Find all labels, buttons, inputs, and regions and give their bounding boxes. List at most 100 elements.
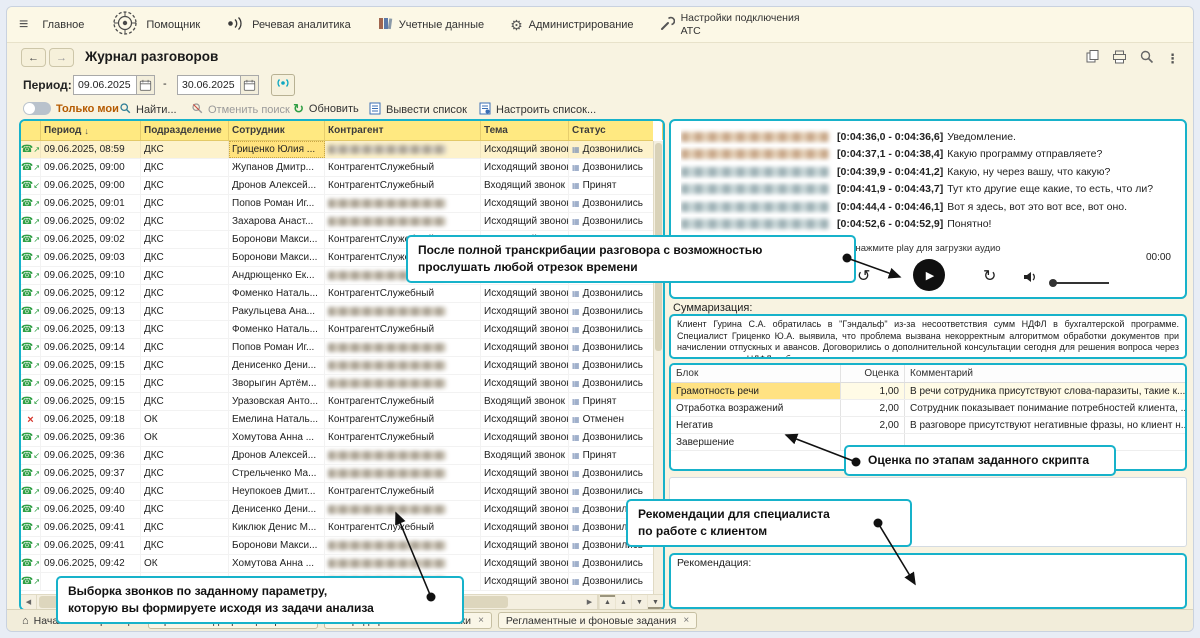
status-icon: ▦ [572,469,580,478]
scroll-left-button[interactable]: ◀ [21,595,37,609]
transcript-line[interactable]: [0:04:39,9 - 0:04:41,2] Какую, ну через в… [681,163,1177,181]
call-row[interactable]: ☎ ↗ 09.06.2025, 09:15 ДКС Зворыгин Артём... И… [21,375,653,393]
export-list-button[interactable]: Вывести список [369,102,467,118]
call-row[interactable]: ☎ ↗ 09.06.2025, 08:59 ДКС Гриценко Юлия ... И… [21,141,653,159]
period-from-input[interactable]: 09.06.2025 [73,75,155,95]
call-contractor-cell: КонтрагентСлужебный [325,321,481,338]
refresh-button[interactable]: ↻ Обновить [293,102,359,115]
call-row[interactable]: ☎ ↗ 09.06.2025, 09:40 ДКС Денисенко Дени... И… [21,501,653,519]
only-mine-toggle[interactable]: Только мои [23,102,119,115]
call-row[interactable]: ☎ ↗ 09.06.2025, 09:40 ДКС Неупокоев Дмит... К… [21,483,653,501]
period-to-value[interactable]: 30.06.2025 [177,75,241,95]
export-list-label: Вывести список [386,104,467,116]
scroll-right-button[interactable]: ▶ [582,595,598,609]
transcript-line[interactable]: [0:04:37,1 - 0:04:38,4] Какую программу о… [681,146,1177,164]
copy-icon[interactable] [1085,49,1100,69]
call-theme-cell: Исходящий звонок [481,411,569,428]
column-header-contractor[interactable]: Контрагент [325,121,481,140]
menu-item-ats-settings[interactable]: Настройки подключения АТС [660,12,813,37]
fast-forward-icon[interactable]: ↻ [983,266,996,286]
call-row[interactable]: ☎ ↗ 09.06.2025, 09:12 ДКС Фоменко Наталь... К… [21,285,653,303]
column-header-theme[interactable]: Тема [481,121,569,140]
call-period-cell: 09.06.2025, 09:36 [41,447,141,464]
call-employee-cell: Фоменко Наталь... [229,321,325,338]
transcript-line[interactable]: [0:04:36,0 - 0:04:36,6] Уведомление. [681,128,1177,146]
column-label: Сотрудник [232,125,285,136]
row-down-button[interactable]: ▼ [631,595,647,609]
summary-label: Суммаризация: [673,302,753,314]
call-row[interactable]: ☎ ↗ 09.06.2025, 09:37 ДКС Стрельченко Ма... И… [21,465,653,483]
column-header-status[interactable]: Статус [569,121,663,140]
toggle-switch[interactable] [23,102,51,115]
transcript-line[interactable]: [0:04:52,6 - 0:04:52,9] Понятно! [681,216,1177,234]
connection-button[interactable] [271,74,295,96]
call-row[interactable]: ☎ ↗ 09.06.2025, 09:15 ДКС Денисенко Дени... И… [21,357,653,375]
score-row[interactable]: Отработка возражений 2,00 Сотрудник показы… [671,400,1185,417]
call-row[interactable]: ☎ ↗ 09.06.2025, 09:41 ДКС Боронови Макси... И… [21,537,653,555]
volume-slider-knob[interactable] [1049,279,1057,287]
column-header-division[interactable]: Подразделение [141,121,229,140]
column-header-score[interactable]: Оценка [841,365,905,382]
call-row[interactable]: ☎ ↗ 09.06.2025, 09:42 ОК Хомутова Анна ... Ис… [21,555,653,573]
play-button[interactable]: ▶ [913,259,945,291]
forward-button[interactable]: → [49,48,74,67]
call-row[interactable]: ☎ ↙ 09.06.2025, 09:36 ДКС Дронов Алексей... В… [21,447,653,465]
outgoing-arrow-icon: ↗ [33,217,41,226]
menu-item-credentials[interactable]: Учетные данные [377,15,484,34]
call-row[interactable]: ☎ ↙ 09.06.2025, 09:00 ДКС Дронов Алексей... К… [21,177,653,195]
tab-close-icon[interactable]: × [478,615,484,626]
row-up-button[interactable]: ▲ [615,595,631,609]
call-row[interactable]: ☎ ↗ 09.06.2025, 09:41 ДКС Киклюк Денис М... К… [21,519,653,537]
call-row[interactable]: ☎ ↗ 09.06.2025, 09:13 ДКС Ракульцева Ана... И… [21,303,653,321]
column-header-period[interactable]: Период ↓ [41,121,141,140]
call-row[interactable]: ☎ ↙ 09.06.2025, 09:15 ДКС Уразовская Анто...… [21,393,653,411]
period-from-value[interactable]: 09.06.2025 [73,75,137,95]
main-menu-icon[interactable]: ≡ [19,16,28,34]
call-row[interactable]: ☎ ↗ 09.06.2025, 09:01 ДКС Попов Роман Иг... И… [21,195,653,213]
call-theme-cell: Исходящий звонок [481,285,569,302]
score-row[interactable]: Грамотность речи 1,00 В речи сотрудника пр… [671,383,1185,400]
redacted-speaker-name [681,149,829,160]
score-row[interactable]: Негатив 2,00 В разговоре присутствуют нега… [671,417,1185,434]
menu-item-main[interactable]: Главное [42,19,84,31]
go-first-row-button[interactable]: ▲ [599,595,615,609]
rewind-icon[interactable]: ↺ [857,266,870,286]
call-division-cell: ДКС [141,339,229,356]
column-header-category[interactable]: Кат... [663,121,665,140]
call-row[interactable]: ☎ ↗ 09.06.2025, 09:14 ДКС Попов Роман Иг... И… [21,339,653,357]
column-header-employee[interactable]: Сотрудник [229,121,325,140]
call-row[interactable]: ☎ ↗ 09.06.2025, 09:13 ДКС Фоменко Наталь... К… [21,321,653,339]
column-header-block[interactable]: Блок [671,365,841,382]
call-row[interactable]: ☎ ↗ 09.06.2025, 09:02 ДКС Захарова Анаст... И… [21,213,653,231]
configure-list-button[interactable]: Настроить список... [479,102,596,118]
volume-icon[interactable] [1023,270,1037,289]
app-window: ≡ Главное Помощник Речевая аналитика Уче… [6,6,1194,632]
call-row[interactable]: ☎ ↗ 09.06.2025, 09:36 ОК Хомутова Анна ... Ко… [21,429,653,447]
status-icon: ▦ [572,181,580,190]
tab-close-icon[interactable]: × [683,615,689,626]
back-button[interactable]: ← [21,48,46,67]
score-value-cell: 2,00 [841,417,905,433]
menu-item-speech-analytics[interactable]: Речевая аналитика [226,16,351,34]
tab-item[interactable]: Регламентные и фоновые задания × [497,612,698,629]
volume-slider[interactable] [1049,279,1109,287]
transcript-line[interactable]: [0:04:41,9 - 0:04:43,7] Тут кто другие ещ… [681,181,1177,199]
find-button[interactable]: Найти... [119,102,177,117]
call-row[interactable]: × 09.06.2025, 09:18 ОК Емелина Наталь... Кон… [21,411,653,429]
menu-item-administration[interactable]: ⚙ Администрирование [510,18,633,32]
go-last-row-button[interactable]: ▼ [647,595,663,609]
cancel-search-button[interactable]: Отменить поиск [191,102,290,117]
period-to-input[interactable]: 30.06.2025 [177,75,259,95]
column-header-comment[interactable]: Комментарий [905,365,1185,382]
preview-icon[interactable] [1139,49,1154,69]
calendar-icon[interactable] [241,75,259,95]
print-icon[interactable] [1112,50,1127,69]
transcript-line[interactable]: [0:04:44,4 - 0:04:46,1] Вот я здесь, вот … [681,198,1177,216]
player-time: 00:00 [1145,252,1171,263]
menu-item-assistant[interactable]: Помощник [110,9,200,40]
calendar-icon[interactable] [137,75,155,95]
more-menu-icon[interactable]: ⋮ [1166,51,1179,67]
call-row[interactable]: ☎ ↗ 09.06.2025, 09:00 ДКС Жупанов Дмитр... Ко… [21,159,653,177]
recommendation-field[interactable]: Рекомендация: [669,553,1187,609]
score-value-cell: 2,00 [841,400,905,416]
